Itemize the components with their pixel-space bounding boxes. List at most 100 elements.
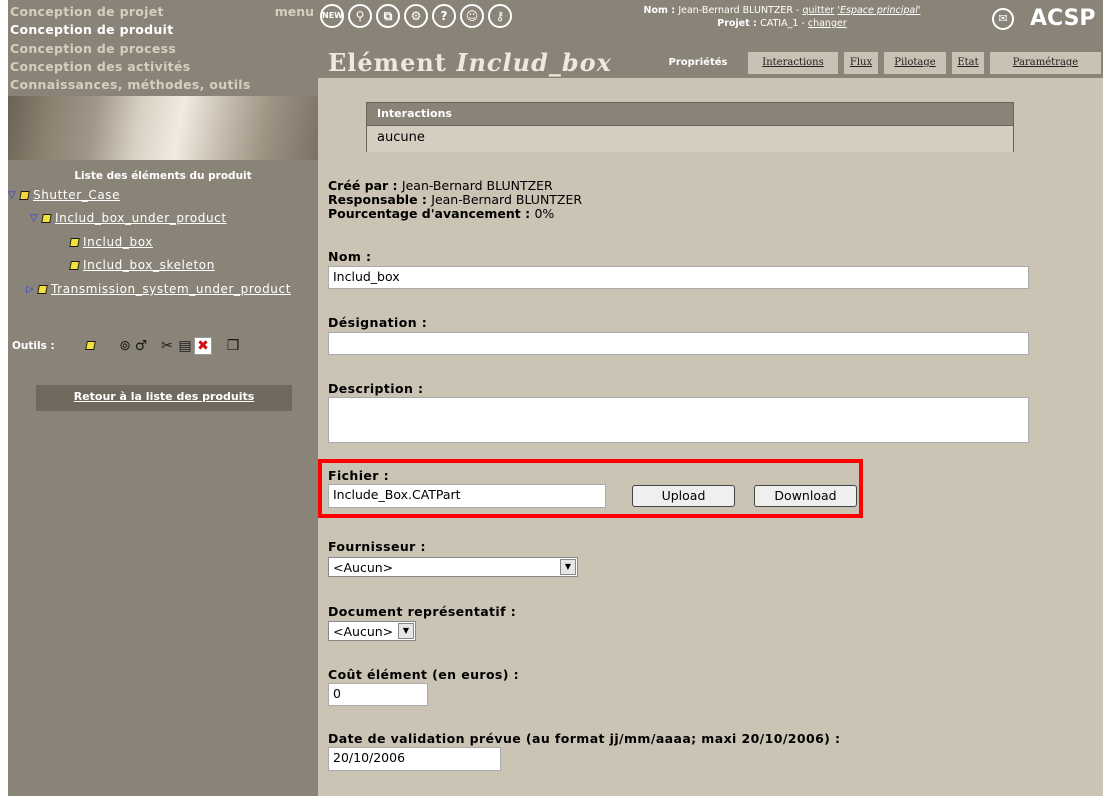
expand-triangle-icon[interactable]: ▽ <box>8 190 20 201</box>
fournisseur-selected: <Aucun> <box>333 560 394 575</box>
interactions-value: aucune <box>367 125 1013 152</box>
chevron-down-icon[interactable]: ▼ <box>398 623 414 639</box>
paste-icon[interactable]: ▤ <box>176 337 194 355</box>
description-textarea[interactable] <box>328 397 1029 443</box>
help-icon[interactable]: ? <box>432 4 456 28</box>
tree-link[interactable]: Includ_box_under_product <box>55 211 227 225</box>
nav-conception-projet[interactable]: Conception de projet <box>10 4 164 19</box>
date-label: Date de validation prévue (au format jj/… <box>328 731 841 746</box>
tree-link[interactable]: Includ_box <box>83 235 153 249</box>
tree-link[interactable]: Shutter_Case <box>33 188 120 202</box>
tab-interactions[interactable]: Interactions <box>748 52 838 74</box>
part-cube-icon <box>37 284 48 294</box>
title-element-name: Includ_box <box>456 48 612 77</box>
title-prefix: Elément <box>328 48 457 77</box>
document-label: Document représentatif : <box>328 604 517 619</box>
mail-icon[interactable]: ✉ <box>992 8 1014 30</box>
tree-link[interactable]: Transmission_system_under_product <box>51 282 291 296</box>
fichier-label: Fichier : <box>328 468 390 483</box>
gear-icon[interactable]: ☺ <box>460 4 484 28</box>
project-name: CATIA_1 <box>760 18 799 29</box>
tab-flux[interactable]: Flux <box>844 52 878 74</box>
project-label: Projet : <box>717 18 761 29</box>
title-bar: Elément Includ_box Propriétés Interactio… <box>318 42 1103 78</box>
cout-label: Coût élément (en euros) : <box>328 667 520 682</box>
tree-item-includ-box-skeleton[interactable]: Includ_box_skeleton <box>69 258 215 272</box>
decorative-banner-image <box>8 96 318 160</box>
download-button[interactable]: Download <box>754 485 857 507</box>
tree-item-includ-box-under-product[interactable]: ▽ Includ_box_under_product <box>30 211 227 225</box>
nav-conception-process[interactable]: Conception de process <box>10 41 176 56</box>
upload-button[interactable]: Upload <box>632 485 735 507</box>
tab-pilotage[interactable]: Pilotage <box>884 52 946 74</box>
fournisseur-select[interactable]: <Aucun> ▼ <box>328 557 578 577</box>
back-to-products-link[interactable]: Retour à la liste des produits <box>36 385 292 411</box>
created-by-value: Jean-Bernard BLUNTZER <box>401 178 553 193</box>
created-by-label: Créé par : <box>328 178 402 193</box>
tree-item-includ-box[interactable]: Includ_box <box>69 235 153 249</box>
nav-conception-produit[interactable]: Conception de produit <box>10 22 173 37</box>
progress-label: Pourcentage d'avancement : <box>328 206 535 221</box>
designation-input[interactable] <box>328 332 1029 355</box>
copy-icon[interactable]: ⧉ <box>376 4 400 28</box>
cube-box-icon[interactable]: ❒ <box>224 337 242 355</box>
document-selected: <Aucun> <box>333 624 394 639</box>
file-name-input[interactable]: Include_Box.CATPart <box>328 484 606 508</box>
description-label: Description : <box>328 381 424 396</box>
nav-connaissances[interactable]: Connaissances, méthodes, outils <box>10 77 251 92</box>
interactions-box: Interactions aucune <box>366 102 1014 152</box>
document-select[interactable]: <Aucun> ▼ <box>328 621 416 641</box>
tab-proprietes[interactable]: Propriétés <box>658 52 738 74</box>
main-panel: Interactions aucune Créé par : Jean-Bern… <box>318 78 1103 796</box>
page-title: Elément Includ_box <box>328 48 612 77</box>
product-list-title: Liste des éléments du produit <box>74 170 252 182</box>
user-info: Nom : Jean-Bernard BLUNTZER - quitter 'E… <box>592 4 972 30</box>
progress-value: 0% <box>534 206 555 221</box>
key-icon[interactable]: ⚷ <box>488 4 512 28</box>
collapsed-triangle-icon[interactable]: ▷ <box>26 284 38 295</box>
interactions-header: Interactions <box>367 103 1013 125</box>
cout-input[interactable]: 0 <box>328 683 428 706</box>
chevron-down-icon[interactable]: ▼ <box>560 559 576 575</box>
tree-item-shutter-case[interactable]: ▽ Shutter_Case <box>8 188 120 202</box>
tree-link[interactable]: Includ_box_skeleton <box>83 258 215 272</box>
tab-parametrage[interactable]: Paramétrage <box>990 52 1101 74</box>
sidebar: Conception de projet menu Conception de … <box>8 0 318 796</box>
tools-bar: Outils : ⊚ ♂ ✂ ▤ ✖ ❒ <box>8 337 318 357</box>
user-name: Jean-Bernard BLUNTZER <box>678 5 793 16</box>
menu-button[interactable]: menu <box>275 4 314 19</box>
search-icon[interactable]: ⚲ <box>348 4 372 28</box>
created-by: Créé par : Jean-Bernard BLUNTZER <box>328 178 553 193</box>
nom-label: Nom : <box>328 249 372 264</box>
nav-conception-activites[interactable]: Conception des activités <box>10 59 190 74</box>
progress: Pourcentage d'avancement : 0% <box>328 206 554 221</box>
responsible-value: Jean-Bernard BLUNTZER <box>431 192 583 207</box>
separator: - <box>798 18 808 29</box>
nom-input[interactable]: Includ_box <box>328 266 1029 289</box>
part-cube-icon <box>69 237 80 247</box>
responsible: Responsable : Jean-Bernard BLUNTZER <box>328 192 582 207</box>
part-cube-icon <box>41 213 52 223</box>
cut-icon[interactable]: ✂ <box>158 337 176 355</box>
user-label: Nom : <box>643 5 679 16</box>
delete-icon[interactable]: ✖ <box>194 337 212 355</box>
new-icon[interactable]: NEW <box>320 4 344 28</box>
assembly-icon <box>19 190 30 200</box>
date-input[interactable]: 20/10/2006 <box>328 747 501 771</box>
top-bar: NEW ⚲ ⧉ ⚙ ? ☺ ⚷ Nom : Jean-Bernard BLUNT… <box>318 0 1103 42</box>
tree-item-transmission-system[interactable]: ▷ Transmission_system_under_product <box>26 282 318 296</box>
main-space-link[interactable]: 'Espace principal' <box>837 5 920 16</box>
change-project-link[interactable]: changer <box>808 18 847 29</box>
part-cube-icon <box>69 260 80 270</box>
designation-label: Désignation : <box>328 315 428 330</box>
male-symbol-icon[interactable]: ♂ <box>132 337 150 355</box>
new-part-icon[interactable] <box>80 337 98 355</box>
fournisseur-label: Fournisseur : <box>328 539 426 554</box>
responsible-label: Responsable : <box>328 192 432 207</box>
expand-triangle-icon[interactable]: ▽ <box>30 213 42 224</box>
settings-icon[interactable]: ⚙ <box>404 4 428 28</box>
tools-label: Outils : <box>12 340 55 352</box>
tab-etat[interactable]: Etat <box>952 52 984 74</box>
quit-link[interactable]: quitter <box>802 5 834 16</box>
brand-logo: ACSP <box>1030 6 1096 31</box>
